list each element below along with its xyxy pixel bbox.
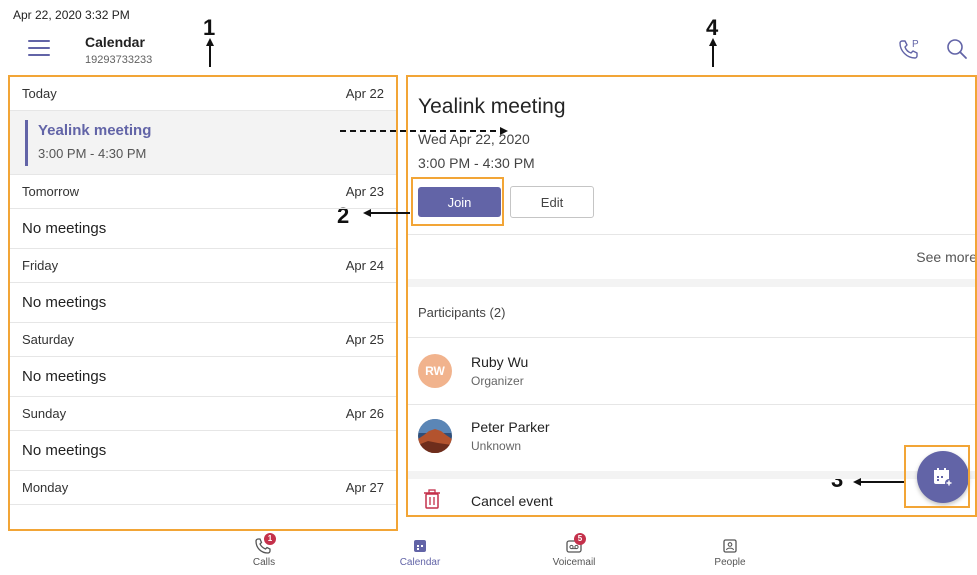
nav-label: Calls <box>252 557 276 568</box>
voicemail-badge: 5 <box>574 533 586 545</box>
nav-calls[interactable]: 1 Calls <box>224 531 304 575</box>
calendar-icon <box>414 540 426 552</box>
bottom-nav: 1 Calls Calendar 5 Voicemail People <box>0 531 977 575</box>
nav-calendar[interactable]: Calendar <box>380 531 460 575</box>
nav-label: People <box>714 557 746 568</box>
nav-people[interactable]: People <box>690 531 770 575</box>
nav-voicemail[interactable]: 5 Voicemail <box>534 531 614 575</box>
people-icon <box>723 539 737 553</box>
annotation-arrows <box>206 38 904 486</box>
nav-label: Calendar <box>399 557 441 568</box>
nav-label: Voicemail <box>552 557 596 568</box>
calls-badge: 1 <box>264 533 276 545</box>
